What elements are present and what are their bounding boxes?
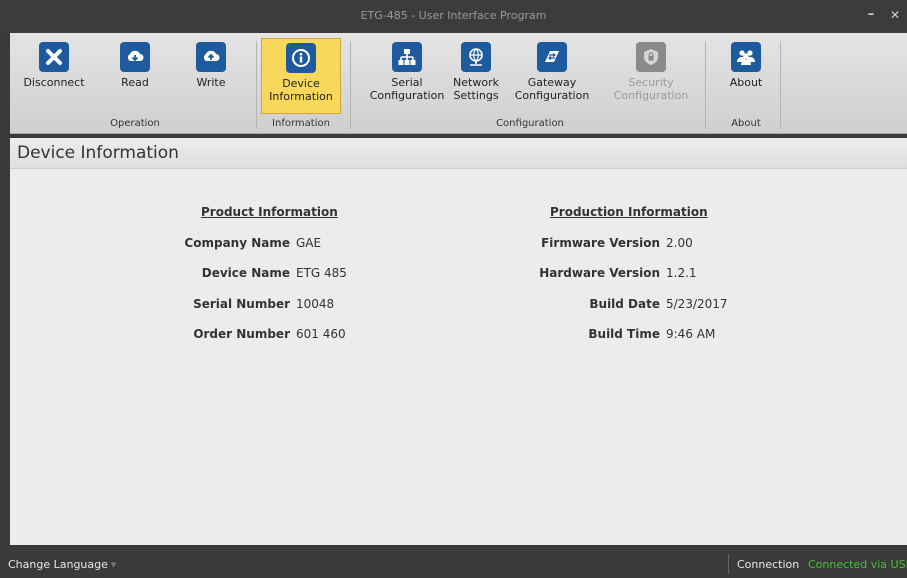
change-language-label: Change Language xyxy=(8,558,108,571)
device-information-button[interactable]: Device Information xyxy=(261,38,341,114)
title-bar: ETG-485 - User Interface Program – ✕ xyxy=(0,0,907,33)
company-name-value: GAE xyxy=(296,236,322,250)
gateway-configuration-label: Gateway Configuration xyxy=(514,76,590,102)
shield-lock-icon xyxy=(636,42,666,72)
group-divider xyxy=(780,41,781,129)
hardware-version-label: Hardware Version xyxy=(539,266,660,280)
serial-configuration-button[interactable]: Serial Configuration xyxy=(365,38,449,114)
product-information-heading: Product Information xyxy=(201,205,338,219)
connection-status: Connected via USB xyxy=(808,558,907,571)
close-icon[interactable]: ✕ xyxy=(886,6,904,24)
group-label-configuration: Configuration xyxy=(496,118,564,129)
gateway-configuration-button[interactable]: Gateway Configuration xyxy=(510,38,594,114)
group-label-information: Information xyxy=(272,118,330,129)
network-settings-button[interactable]: Network Settings xyxy=(449,38,503,114)
group-divider xyxy=(350,41,351,129)
device-name-value: ETG 485 xyxy=(296,266,347,280)
production-information-heading: Production Information xyxy=(550,205,708,219)
serial-number-label: Serial Number xyxy=(193,297,290,311)
page-header: Device Information xyxy=(10,138,907,169)
disconnect-button[interactable]: Disconnect xyxy=(18,38,90,114)
read-label: Read xyxy=(121,76,149,89)
security-configuration-label: Security Configuration xyxy=(613,76,689,102)
minimize-icon[interactable]: – xyxy=(862,6,880,24)
globe-network-icon xyxy=(461,42,491,72)
network-settings-label: Network Settings xyxy=(453,76,499,102)
window-title: ETG-485 - User Interface Program xyxy=(360,9,547,22)
about-button[interactable]: About xyxy=(722,38,770,114)
order-number-value: 601 460 xyxy=(296,327,346,341)
build-time-label: Build Time xyxy=(588,327,660,341)
disconnect-label: Disconnect xyxy=(23,76,85,89)
cloud-upload-icon xyxy=(196,42,226,72)
gateway-swap-icon xyxy=(537,42,567,72)
about-label: About xyxy=(729,76,763,89)
group-label-operation: Operation xyxy=(110,118,160,129)
security-configuration-button[interactable]: Security Configuration xyxy=(603,38,699,114)
build-time-value: 9:46 AM xyxy=(666,327,716,341)
status-bar: Change Language ▾ Connection Connected vi… xyxy=(0,550,907,578)
serial-configuration-label: Serial Configuration xyxy=(369,76,445,102)
group-label-about: About xyxy=(731,118,761,129)
firmware-version-value: 2.00 xyxy=(666,236,693,250)
build-date-label: Build Date xyxy=(589,297,660,311)
firmware-version-label: Firmware Version xyxy=(541,236,660,250)
change-language-menu[interactable]: Change Language ▾ xyxy=(8,558,116,571)
order-number-label: Order Number xyxy=(193,327,290,341)
serial-number-value: 10048 xyxy=(296,297,335,311)
info-icon xyxy=(286,43,316,73)
chevron-down-icon: ▾ xyxy=(110,558,117,571)
device-name-label: Device Name xyxy=(201,266,290,280)
group-divider xyxy=(256,41,257,129)
cloud-download-icon xyxy=(120,42,150,72)
users-icon xyxy=(731,42,761,72)
connection-label: Connection xyxy=(737,558,800,571)
company-name-label: Company Name xyxy=(184,236,290,250)
hardware-version-value: 1.2.1 xyxy=(666,266,697,280)
group-divider xyxy=(705,41,706,129)
ribbon-toolbar: Disconnect Read Write Device Information… xyxy=(10,33,907,134)
write-button[interactable]: Write xyxy=(186,38,236,114)
status-divider xyxy=(728,554,729,574)
device-information-panel: Device Information Product Information C… xyxy=(10,138,907,545)
build-date-value: 5/23/2017 xyxy=(666,297,728,311)
read-button[interactable]: Read xyxy=(110,38,160,114)
x-icon xyxy=(39,42,69,72)
page-title: Device Information xyxy=(17,143,179,163)
device-information-label: Device Information xyxy=(269,77,333,103)
network-tree-icon xyxy=(392,42,422,72)
write-label: Write xyxy=(196,76,226,89)
